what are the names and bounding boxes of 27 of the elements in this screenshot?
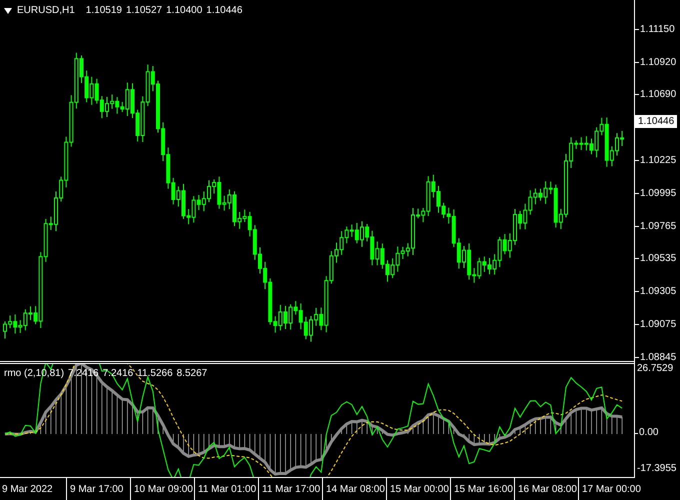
time-axis-label: 11 Mar 01:00 (198, 484, 256, 495)
price-axis-label: 1.09075 (640, 318, 676, 332)
current-price-label: 1.10446 (635, 115, 678, 128)
time-axis-label: 15 Mar 16:00 (454, 484, 513, 495)
price-axis-label: 1.09765 (640, 220, 676, 234)
indicator-axis-label: 0.00 (639, 427, 658, 439)
time-axis-label: 15 Mar 00:00 (390, 484, 449, 495)
indicator-axis-label: -17.3955 (637, 463, 678, 475)
indicator-axis-label: 26.7529 (637, 363, 674, 375)
ohlc-values: 1.10519 1.10527 1.10400 1.10446 (86, 4, 242, 18)
time-axis-label: 9 Mar 2022 (2, 484, 53, 495)
price-axis-label: 1.10690 (640, 88, 676, 102)
price-axis-label: 1.11150 (640, 22, 675, 37)
price-axis-label: 1.10225 (640, 154, 676, 168)
price-axis-label: 1.09305 (640, 285, 676, 300)
time-axis-label: 17 Mar 00:00 (582, 484, 641, 495)
time-axis-label: 9 Mar 17:00 (70, 484, 124, 495)
price-axis-label: 1.09995 (640, 186, 676, 201)
price-axis-label: 1.08845 (640, 350, 676, 364)
symbol-label: EURUSD,H1 (17, 4, 75, 18)
price-axis-label: 1.10920 (640, 56, 676, 70)
time-axis-label: 16 Mar 08:00 (518, 484, 577, 495)
dropdown-triangle-icon[interactable] (4, 8, 12, 14)
time-axis-label: 10 Mar 09:00 (134, 484, 193, 495)
time-axis-label: 14 Mar 08:00 (326, 484, 385, 495)
price-axis-label: 1.09535 (640, 252, 676, 266)
time-axis-label: 11 Mar 17:00 (262, 484, 320, 495)
